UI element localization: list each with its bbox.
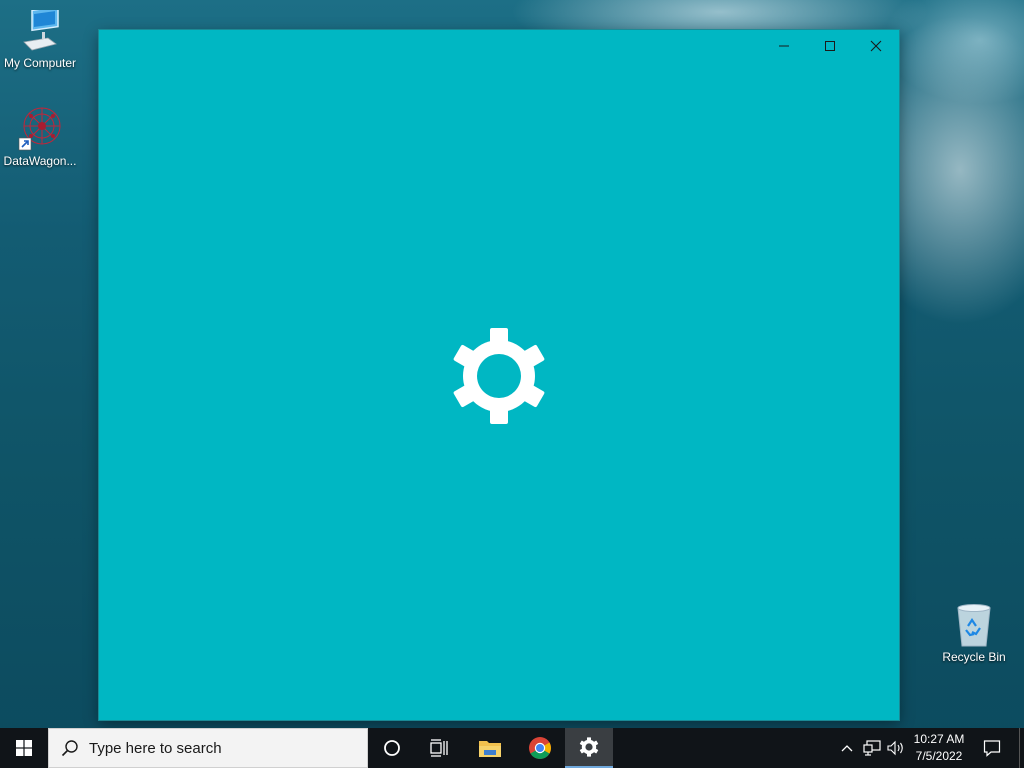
volume-icon: [887, 740, 903, 756]
taskbar-search-box[interactable]: Type here to search: [48, 728, 368, 768]
clock-date: 7/5/2022: [915, 749, 963, 763]
start-button[interactable]: [0, 728, 48, 768]
task-view-icon: [430, 739, 448, 757]
computer-icon: [23, 10, 59, 51]
minimize-icon: [779, 45, 789, 47]
desktop-icon-label: My Computer: [3, 56, 77, 70]
maximize-icon: [825, 41, 835, 51]
folder-icon: [479, 741, 501, 757]
recycle-bin-icon: [957, 604, 991, 647]
notification-icon: [983, 740, 1001, 757]
desktop-icon-datawagon[interactable]: DataWagon...: [0, 106, 80, 168]
desktop-icon-my-computer[interactable]: My Computer: [0, 10, 80, 70]
cortana-icon: [384, 740, 400, 756]
file-explorer-button[interactable]: [466, 728, 514, 768]
desktop-icon-label: Recycle Bin: [942, 650, 1006, 664]
search-placeholder: Type here to search: [89, 739, 222, 757]
taskbar: Type here to search 10:27 AM 7/5/2022: [0, 728, 1024, 768]
windows-logo-icon: [16, 740, 32, 756]
action-center-button[interactable]: [972, 728, 1012, 768]
desktop-icon-label: DataWagon...: [3, 154, 77, 168]
settings-app-window: [99, 30, 899, 720]
gear-icon: [453, 328, 545, 424]
datawagon-icon: [18, 107, 61, 151]
task-view-button[interactable]: [416, 728, 464, 768]
minimize-button[interactable]: [761, 30, 807, 62]
taskbar-clock[interactable]: 10:27 AM 7/5/2022: [908, 728, 970, 768]
show-hidden-icons-button[interactable]: [836, 728, 858, 768]
gear-icon: [579, 737, 599, 757]
network-icon: [863, 740, 881, 756]
chrome-button[interactable]: [516, 728, 564, 768]
network-button[interactable]: [860, 728, 884, 768]
desktop: My Computer DataWagon... Recycle Bin Typ…: [0, 0, 1024, 768]
search-icon: [61, 740, 78, 757]
cortana-button[interactable]: [368, 728, 416, 768]
maximize-button[interactable]: [807, 30, 853, 62]
close-icon: [870, 40, 882, 52]
clock-time: 10:27 AM: [913, 732, 965, 746]
close-button[interactable]: [853, 30, 899, 62]
volume-button[interactable]: [884, 728, 908, 768]
desktop-icon-recycle-bin[interactable]: Recycle Bin: [934, 602, 1014, 664]
settings-taskbar-button[interactable]: [565, 728, 613, 768]
show-desktop-button[interactable]: [1019, 728, 1024, 768]
chevron-up-icon: [841, 745, 853, 752]
chrome-icon: [529, 737, 551, 759]
